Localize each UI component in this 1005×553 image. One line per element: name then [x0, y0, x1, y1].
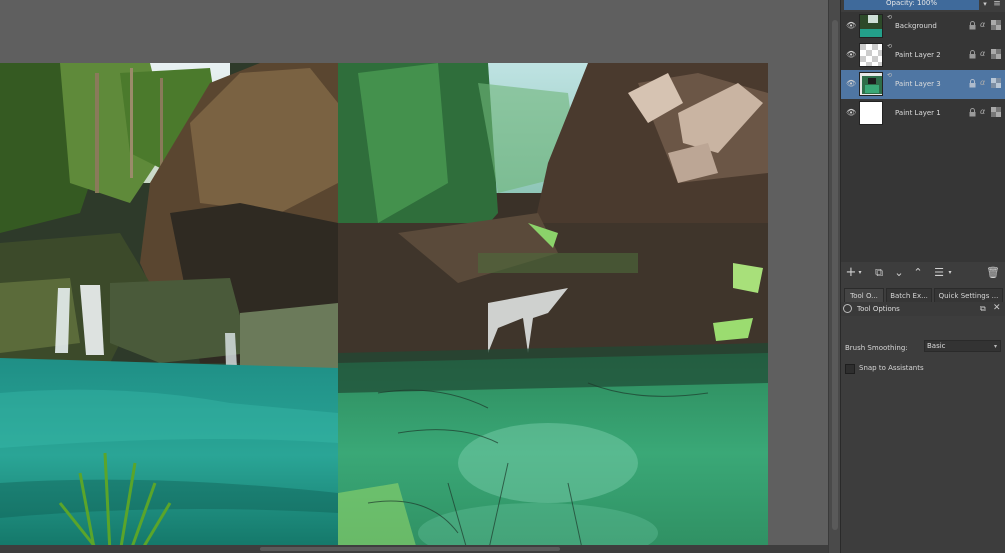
horizontal-scrollbar[interactable] — [0, 545, 828, 553]
layer-toolbar: + ▾ ⧉ ⌄ ⌃ ☰ ▾ 🗑 — [840, 262, 1005, 284]
alpha-lock-icon[interactable]: α — [980, 107, 985, 116]
layer-thumbnail — [859, 43, 883, 67]
inherit-alpha-icon[interactable] — [991, 107, 1001, 117]
move-layer-down-icon[interactable]: ⌄ — [892, 265, 906, 281]
tool-options-icon — [843, 304, 852, 313]
eye-icon[interactable]: 👁 — [846, 22, 856, 30]
inherit-alpha-icon[interactable] — [991, 20, 1001, 30]
layer-row-paint-layer-3[interactable]: 👁 ⟲ Paint Layer 3 α — [840, 70, 1005, 99]
tool-options-header: Tool Options ⧉ ✕ — [840, 302, 1005, 316]
horizontal-scroll-thumb[interactable] — [260, 547, 560, 551]
add-layer-icon[interactable]: + — [844, 265, 858, 281]
delete-layer-icon[interactable]: 🗑 — [986, 265, 1000, 281]
float-icon[interactable]: ⧉ — [980, 304, 989, 313]
layer-opacity-slider[interactable]: Opacity: 100% — [844, 0, 979, 10]
duplicate-layer-icon[interactable]: ⧉ — [872, 265, 886, 281]
tab-quick-settings[interactable]: Quick Settings ... — [934, 288, 1003, 302]
lock-icon[interactable] — [969, 79, 976, 88]
alpha-lock-icon[interactable]: α — [980, 49, 985, 58]
chevron-down-icon[interactable]: ▾ — [857, 265, 863, 281]
move-layer-up-icon[interactable]: ⌃ — [911, 265, 925, 281]
chevron-down-icon[interactable]: ▾ — [981, 0, 989, 10]
snap-to-assistants-checkbox[interactable] — [845, 364, 855, 374]
chevron-down-icon: ▾ — [993, 343, 997, 350]
vertical-scroll-thumb[interactable] — [832, 20, 838, 530]
canvas-area[interactable] — [0, 0, 828, 553]
tool-options-title: Tool Options — [857, 305, 900, 313]
layer-type-icon: ⟲ — [887, 72, 893, 79]
layer-type-icon: ⟲ — [887, 14, 893, 21]
tab-tool-options[interactable]: Tool O... — [844, 288, 884, 302]
inherit-alpha-icon[interactable] — [991, 49, 1001, 59]
lock-icon[interactable] — [969, 50, 976, 59]
layer-thumbnail — [859, 101, 883, 125]
lock-icon[interactable] — [969, 21, 976, 30]
layer-type-icon: ⟲ — [887, 43, 893, 50]
brush-smoothing-label: Brush Smoothing: — [845, 344, 908, 352]
dock-tabs: Tool O... Batch Ex... Quick Settings ... — [840, 288, 1005, 302]
layer-name: Paint Layer 1 — [895, 109, 941, 117]
docker-divider — [840, 0, 841, 553]
painting-canvas[interactable] — [338, 63, 768, 553]
layer-row-background[interactable]: 👁 ⟲ Background α — [840, 12, 1005, 41]
alpha-lock-icon[interactable]: α — [980, 78, 985, 87]
layer-properties-icon[interactable]: ☰ — [932, 265, 946, 281]
right-docker: Opacity: 100% ▾ ≡ 👁 ⟲ Background α 👁 ⟲ P… — [840, 0, 1005, 553]
close-icon[interactable]: ✕ — [993, 303, 1003, 314]
layer-row-paint-layer-2[interactable]: 👁 ⟲ Paint Layer 2 α — [840, 41, 1005, 70]
chevron-down-icon[interactable]: ▾ — [947, 265, 953, 281]
inherit-alpha-icon[interactable] — [991, 78, 1001, 88]
eye-icon[interactable]: 👁 — [846, 109, 856, 117]
layer-thumbnail — [859, 72, 883, 96]
brush-smoothing-select[interactable]: Basic ▾ — [924, 340, 1001, 352]
layer-thumbnail — [859, 14, 883, 38]
alpha-lock-icon[interactable]: α — [980, 20, 985, 29]
layer-name: Paint Layer 3 — [895, 80, 941, 88]
layer-name: Paint Layer 2 — [895, 51, 941, 59]
tool-options-panel: Brush Smoothing: Basic ▾ Snap to Assista… — [840, 318, 1005, 553]
layer-list[interactable]: 👁 ⟲ Background α 👁 ⟲ Paint Layer 2 α 👁 ⟲… — [840, 12, 1005, 262]
eye-icon[interactable]: 👁 — [846, 51, 856, 59]
menu-icon[interactable]: ≡ — [991, 0, 1003, 10]
brush-smoothing-value: Basic — [927, 342, 946, 350]
layer-row-paint-layer-1[interactable]: 👁 Paint Layer 1 α — [840, 99, 1005, 128]
tab-batch-exporter[interactable]: Batch Ex... — [886, 288, 932, 302]
layer-name: Background — [895, 22, 937, 30]
lock-icon[interactable] — [969, 108, 976, 117]
reference-photo[interactable] — [0, 63, 338, 553]
snap-to-assistants-label: Snap to Assistants — [859, 364, 924, 372]
eye-icon[interactable]: 👁 — [846, 80, 856, 88]
